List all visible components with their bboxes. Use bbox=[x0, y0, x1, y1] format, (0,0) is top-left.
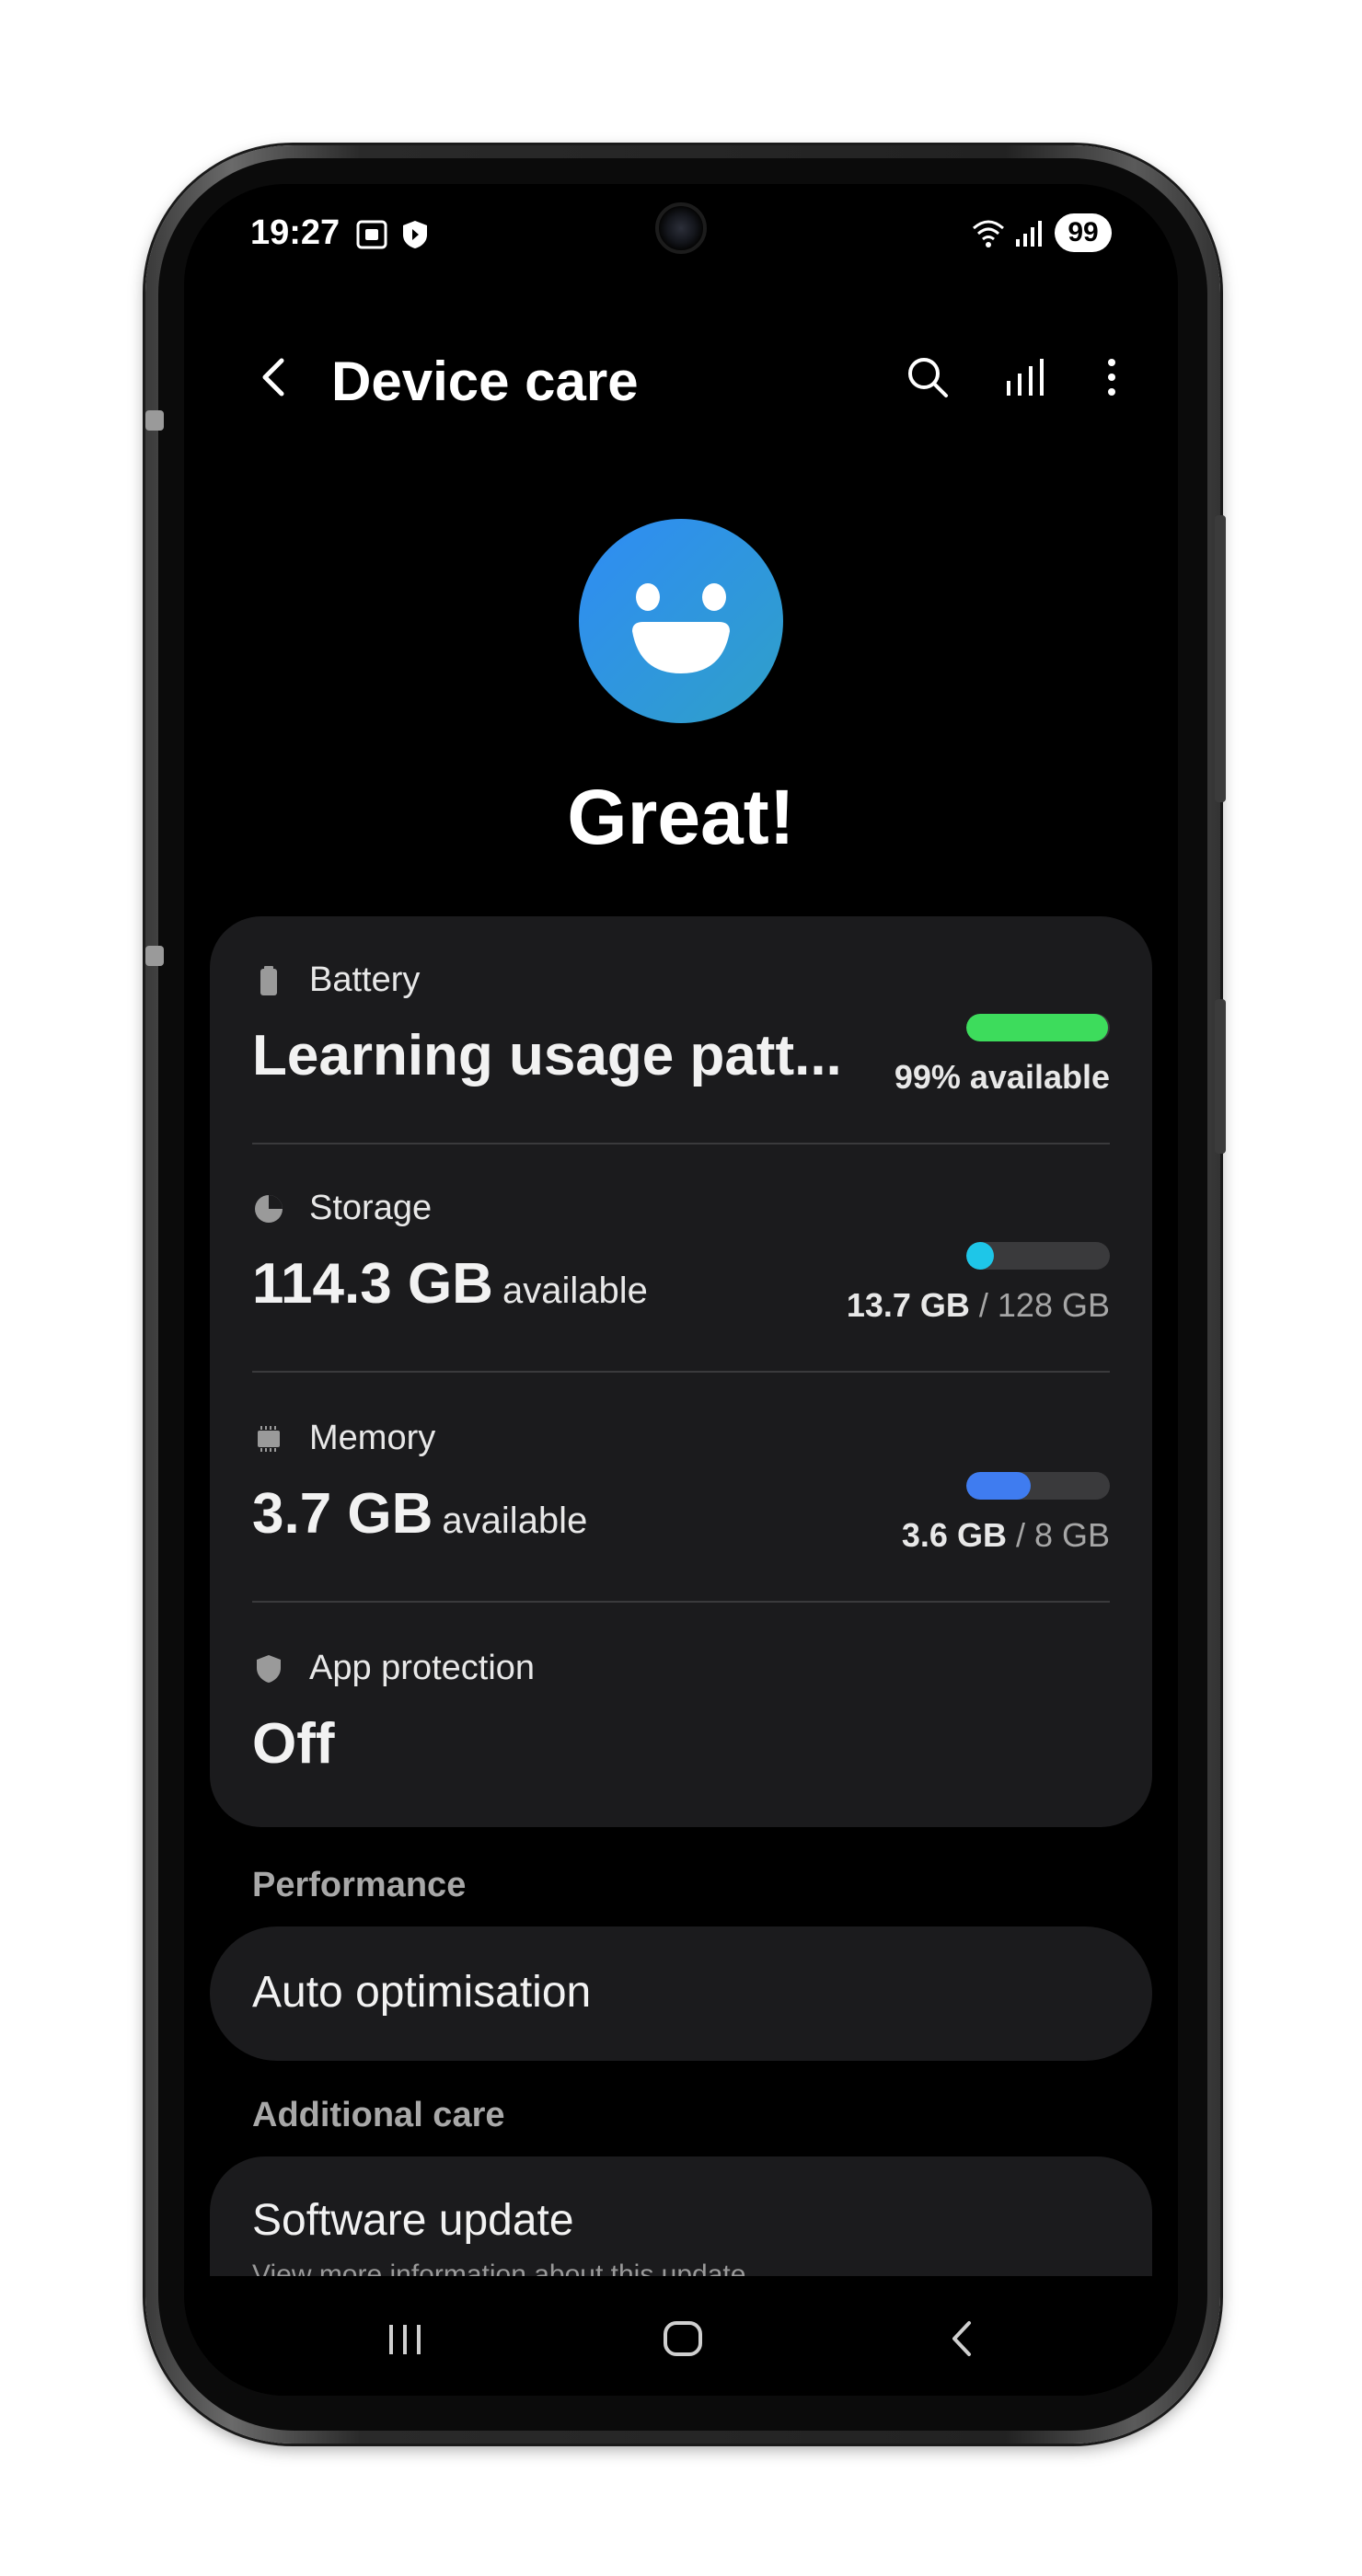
wifi-icon bbox=[970, 217, 1007, 255]
storage-label: Storage bbox=[309, 1189, 433, 1227]
left-side-mark-2 bbox=[145, 946, 164, 966]
memory-available-amount: 3.7 GB bbox=[252, 1482, 433, 1546]
shield-icon bbox=[401, 219, 429, 255]
divider bbox=[252, 1371, 1110, 1373]
divider bbox=[252, 1601, 1110, 1603]
stats-icon bbox=[1007, 359, 1044, 396]
shield-icon bbox=[252, 1652, 285, 1685]
memory-value: 3.7 GB available bbox=[252, 1481, 587, 1547]
more-icon bbox=[1108, 359, 1115, 396]
home-icon bbox=[664, 2321, 702, 2356]
recents-icon bbox=[389, 2325, 421, 2354]
storage-bar bbox=[966, 1242, 1110, 1270]
memory-label: Memory bbox=[309, 1419, 436, 1457]
search-button[interactable] bbox=[900, 350, 955, 405]
battery-status: Learning usage patt... bbox=[252, 1024, 842, 1087]
storage-row[interactable]: Storage 114.3 GB available 13.7 GB / 128 … bbox=[252, 1189, 1110, 1345]
storage-used: 13.7 GB bbox=[846, 1286, 970, 1324]
back-button[interactable] bbox=[247, 350, 302, 405]
more-options-button[interactable] bbox=[1084, 350, 1139, 405]
screenshot-icon bbox=[355, 219, 388, 255]
battery-icon bbox=[252, 964, 285, 997]
software-update-label: Software update bbox=[252, 2196, 574, 2245]
volume-button bbox=[1215, 515, 1226, 802]
app-protection-label: App protection bbox=[309, 1649, 536, 1687]
device-summary-card: Battery Learning usage patt... 99% avail… bbox=[210, 916, 1152, 1827]
page-title: Device care bbox=[331, 351, 639, 412]
battery-bar-fill bbox=[966, 1014, 1108, 1041]
smiley-icon bbox=[579, 519, 783, 723]
storage-total: / 128 GB bbox=[978, 1286, 1110, 1324]
memory-row[interactable]: Memory 3.7 GB available 3.6 GB / 8 GB bbox=[252, 1419, 1110, 1575]
section-title-performance: Performance bbox=[252, 1866, 467, 1904]
memory-chip-icon bbox=[252, 1422, 285, 1455]
divider bbox=[252, 1143, 1110, 1144]
status-time: 19:27 bbox=[250, 213, 340, 252]
battery-row[interactable]: Battery Learning usage patt... 99% avail… bbox=[252, 960, 1110, 1117]
power-button bbox=[1215, 999, 1226, 1154]
storage-bar-fill bbox=[966, 1242, 994, 1270]
storage-unit: available bbox=[502, 1271, 648, 1311]
memory-usage: 3.6 GB / 8 GB bbox=[902, 1516, 1110, 1555]
recents-button[interactable] bbox=[368, 2302, 442, 2375]
storage-usage: 13.7 GB / 128 GB bbox=[847, 1286, 1110, 1325]
stats-button[interactable] bbox=[998, 350, 1053, 405]
navigation-bar bbox=[184, 2276, 1178, 2396]
storage-icon bbox=[252, 1192, 285, 1225]
front-camera bbox=[655, 202, 707, 254]
storage-available-amount: 114.3 GB bbox=[252, 1252, 493, 1316]
battery-bar bbox=[966, 1014, 1110, 1041]
memory-total: / 8 GB bbox=[1015, 1516, 1110, 1554]
home-button[interactable] bbox=[646, 2302, 720, 2375]
status-bar: 19:27 99 bbox=[184, 184, 1178, 285]
auto-optimisation-label: Auto optimisation bbox=[252, 1968, 592, 2017]
app-protection-value: Off bbox=[252, 1712, 335, 1776]
left-side-mark bbox=[145, 410, 164, 431]
top-app-bar: Device care bbox=[184, 322, 1178, 432]
back-icon bbox=[952, 2321, 971, 2356]
app-protection-row[interactable]: App protection Off bbox=[252, 1649, 1110, 1787]
signal-icon bbox=[1014, 219, 1042, 253]
search-icon bbox=[908, 358, 948, 397]
section-title-additional-care: Additional care bbox=[252, 2096, 505, 2134]
chevron-left-icon bbox=[262, 358, 284, 397]
memory-bar-fill bbox=[966, 1472, 1031, 1500]
memory-unit: available bbox=[442, 1501, 588, 1541]
memory-bar bbox=[966, 1472, 1110, 1500]
screen: 19:27 99 Device care Great! Battery Lear… bbox=[184, 184, 1178, 2396]
storage-value: 114.3 GB available bbox=[252, 1251, 648, 1317]
nav-back-button[interactable] bbox=[926, 2302, 999, 2375]
battery-level-badge: 99 bbox=[1055, 213, 1112, 252]
device-status-text: Great! bbox=[567, 774, 795, 860]
battery-available: 99% available bbox=[894, 1058, 1110, 1096]
battery-label: Battery bbox=[309, 960, 421, 999]
memory-used: 3.6 GB bbox=[901, 1516, 1007, 1554]
auto-optimisation-item[interactable]: Auto optimisation bbox=[210, 1926, 1152, 2061]
